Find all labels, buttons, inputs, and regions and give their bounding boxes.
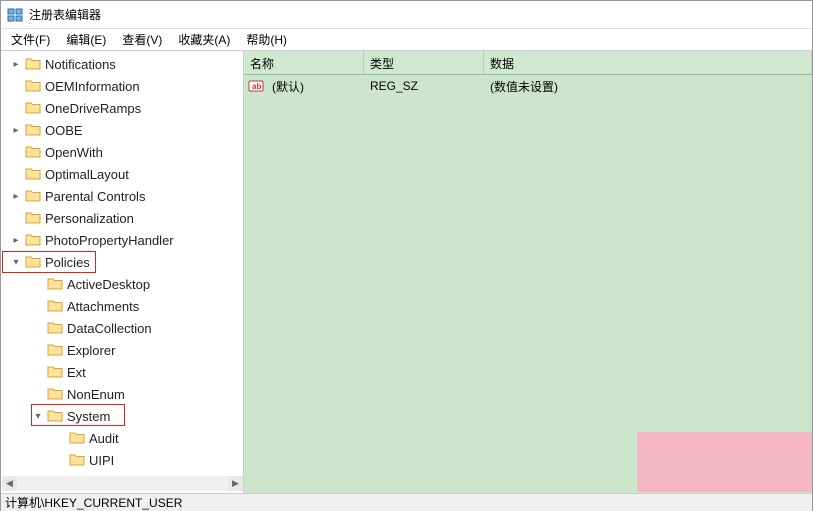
- value-data: (数值未设置): [484, 76, 812, 97]
- folder-icon: [25, 255, 41, 269]
- tree-label: NonEnum: [67, 387, 125, 402]
- tree-label: OEMInformation: [45, 79, 140, 94]
- expand-icon[interactable]: ▸: [9, 123, 23, 137]
- folder-icon: [69, 431, 85, 445]
- svg-text:ab: ab: [252, 82, 261, 91]
- tree-item[interactable]: OptimalLayout: [1, 163, 243, 185]
- watermark-overlay: [637, 432, 812, 492]
- expand-icon[interactable]: ▾: [31, 409, 45, 423]
- tree-label: UIPI: [89, 453, 114, 468]
- tree-label: Notifications: [45, 57, 116, 72]
- col-header-name[interactable]: 名称: [244, 51, 364, 74]
- folder-icon: [25, 233, 41, 247]
- folder-icon: [47, 299, 63, 313]
- tree-item[interactable]: NonEnum: [1, 383, 243, 405]
- tree-item[interactable]: OEMInformation: [1, 75, 243, 97]
- statusbar: 计算机\HKEY_CURRENT_USER: [1, 493, 812, 511]
- regedit-icon: [7, 7, 23, 23]
- expand-icon[interactable]: ▸: [9, 233, 23, 247]
- expand-icon[interactable]: ▾: [9, 255, 23, 269]
- value-type: REG_SZ: [364, 77, 484, 95]
- string-value-icon: ab: [248, 78, 264, 94]
- tree-item[interactable]: ▸ Parental Controls: [1, 185, 243, 207]
- menu-view[interactable]: 查看(V): [114, 29, 170, 50]
- tree-label: OptimalLayout: [45, 167, 129, 182]
- menu-favorites[interactable]: 收藏夹(A): [170, 29, 238, 50]
- col-header-data[interactable]: 数据: [484, 51, 812, 74]
- values-pane: 名称 类型 数据 ab (默认) REG_SZ (数值未设置): [244, 51, 812, 493]
- tree-item[interactable]: Attachments: [1, 295, 243, 317]
- menu-file[interactable]: 文件(F): [3, 29, 58, 50]
- scroll-left-icon[interactable]: ◀: [2, 476, 17, 491]
- folder-icon: [47, 365, 63, 379]
- expand-icon[interactable]: ▸: [9, 189, 23, 203]
- tree-label: Ext: [67, 365, 86, 380]
- tree-item[interactable]: ▸ Notifications: [1, 53, 243, 75]
- tree-label: Audit: [89, 431, 119, 446]
- tree-pane[interactable]: ▸ Notifications OEMInformation OneDriveRamp…: [1, 51, 244, 493]
- tree-label: Attachments: [67, 299, 139, 314]
- tree-label: OneDriveRamps: [45, 101, 141, 116]
- tree-label: OpenWith: [45, 145, 103, 160]
- tree-label: OOBE: [45, 123, 83, 138]
- folder-icon: [25, 57, 41, 71]
- folder-icon: [25, 123, 41, 137]
- statusbar-path: 计算机\HKEY_CURRENT_USER: [5, 494, 182, 511]
- folder-icon: [47, 343, 63, 357]
- folder-icon: [47, 277, 63, 291]
- folder-icon: [69, 453, 85, 467]
- col-header-type[interactable]: 类型: [364, 51, 484, 74]
- tree-item[interactable]: Audit: [1, 427, 243, 449]
- tree-item[interactable]: DataCollection: [1, 317, 243, 339]
- tree-label: Policies: [45, 255, 90, 270]
- tree-item[interactable]: ▸ OOBE: [1, 119, 243, 141]
- tree-item[interactable]: ActiveDesktop: [1, 273, 243, 295]
- expand-icon[interactable]: ▸: [9, 57, 23, 71]
- folder-icon: [25, 211, 41, 225]
- folder-icon: [25, 101, 41, 115]
- tree-label: ActiveDesktop: [67, 277, 150, 292]
- tree-label: Personalization: [45, 211, 134, 226]
- tree-item[interactable]: ▾ Policies: [1, 251, 243, 273]
- tree-horizontal-scrollbar[interactable]: ◀ ▶: [2, 476, 243, 491]
- folder-icon: [47, 387, 63, 401]
- tree-label: Parental Controls: [45, 189, 145, 204]
- folder-icon: [47, 321, 63, 335]
- tree-item[interactable]: Ext: [1, 361, 243, 383]
- folder-icon: [25, 79, 41, 93]
- value-row[interactable]: ab (默认) REG_SZ (数值未设置): [244, 75, 812, 97]
- tree-label: System: [67, 409, 110, 424]
- menu-edit[interactable]: 编辑(E): [58, 29, 114, 50]
- tree-item[interactable]: ▸ PhotoPropertyHandler: [1, 229, 243, 251]
- tree-item[interactable]: Explorer: [1, 339, 243, 361]
- tree-item[interactable]: Personalization: [1, 207, 243, 229]
- scroll-right-icon[interactable]: ▶: [228, 476, 243, 491]
- folder-icon: [25, 145, 41, 159]
- titlebar: 注册表编辑器: [1, 1, 812, 29]
- tree-label: DataCollection: [67, 321, 152, 336]
- menubar: 文件(F) 编辑(E) 查看(V) 收藏夹(A) 帮助(H): [1, 29, 812, 51]
- tree-item[interactable]: UIPI: [1, 449, 243, 471]
- folder-icon: [25, 189, 41, 203]
- values-header: 名称 类型 数据: [244, 51, 812, 75]
- tree-item[interactable]: OpenWith: [1, 141, 243, 163]
- folder-icon: [47, 409, 63, 423]
- tree-label: PhotoPropertyHandler: [45, 233, 174, 248]
- menu-help[interactable]: 帮助(H): [238, 29, 295, 50]
- window-title: 注册表编辑器: [29, 6, 101, 23]
- tree-item[interactable]: OneDriveRamps: [1, 97, 243, 119]
- value-name: (默认): [266, 76, 364, 97]
- folder-icon: [25, 167, 41, 181]
- tree-label: Explorer: [67, 343, 115, 358]
- tree-item[interactable]: ▾ System: [1, 405, 243, 427]
